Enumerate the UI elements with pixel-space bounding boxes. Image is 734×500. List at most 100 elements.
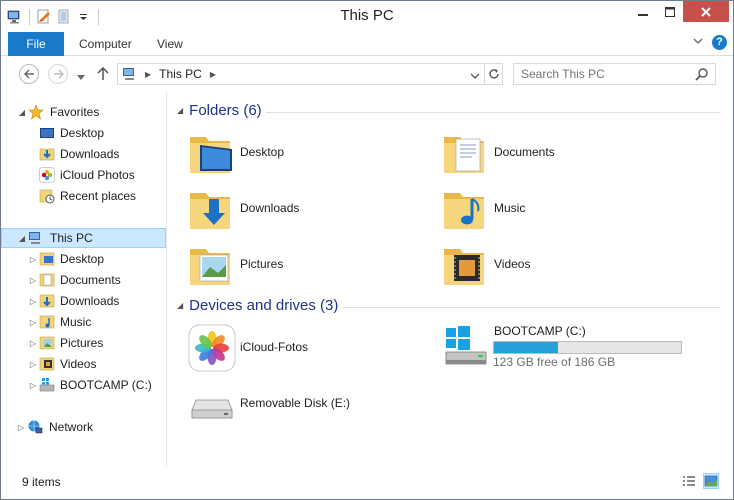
search-icon[interactable] — [695, 67, 709, 81]
collapsed-arrow-icon[interactable]: ▷ — [29, 276, 37, 285]
tab-file[interactable]: File — [8, 32, 64, 56]
pictures-folder-icon — [39, 335, 55, 351]
nav-favorites-recent-places[interactable]: Recent places — [1, 186, 166, 206]
content-pane: ◢ Folders (6) Desktop Documents Download… — [168, 91, 733, 466]
quick-access-toolbar — [7, 7, 101, 27]
collapsed-arrow-icon[interactable]: ▷ — [29, 381, 37, 390]
item-count: 9 items — [22, 475, 61, 489]
videos-folder-icon — [442, 241, 490, 289]
nav-label: BOOTCAMP (C:) — [60, 378, 152, 392]
folders-group-header[interactable]: ◢ Folders (6) — [177, 102, 262, 119]
folder-tile-music[interactable]: Music — [442, 185, 672, 235]
customize-toolbar-icon[interactable] — [76, 9, 92, 25]
folder-tile-desktop[interactable]: Desktop — [188, 129, 418, 179]
collapsed-arrow-icon[interactable]: ▷ — [29, 339, 37, 348]
tab-computer[interactable]: Computer — [65, 32, 146, 56]
tile-label: iCloud-Fotos — [240, 340, 309, 354]
forward-button[interactable] — [48, 64, 68, 84]
new-folder-icon[interactable] — [56, 9, 72, 25]
large-icons-view-button[interactable] — [703, 473, 719, 489]
folders-heading: Folders (6) — [189, 102, 262, 119]
nav-favorites-desktop[interactable]: Desktop — [1, 123, 166, 143]
folder-tile-documents[interactable]: Documents — [442, 129, 672, 179]
drive-tile-icloud-fotos[interactable]: iCloud-Fotos — [188, 324, 418, 374]
up-arrow-icon — [97, 66, 109, 80]
expanded-arrow-icon[interactable]: ◢ — [18, 108, 26, 117]
search-box[interactable] — [513, 63, 716, 85]
computer-icon[interactable] — [7, 9, 23, 25]
maximize-button[interactable] — [656, 1, 683, 22]
toolbar-separator — [29, 9, 30, 25]
expanded-arrow-icon[interactable]: ◢ — [18, 234, 26, 243]
details-view-button[interactable] — [681, 473, 697, 489]
collapsed-arrow-icon[interactable]: ▷ — [29, 318, 37, 327]
nav-label: Videos — [60, 357, 97, 371]
nav-thispc[interactable]: ◢ This PC — [1, 228, 166, 248]
folder-tile-downloads[interactable]: Downloads — [188, 185, 418, 235]
up-button[interactable] — [97, 66, 109, 84]
refresh-button[interactable] — [484, 63, 502, 85]
devices-group-header[interactable]: ◢ Devices and drives (3) — [177, 297, 338, 314]
network-icon — [27, 419, 43, 435]
icloud-photos-icon — [188, 324, 236, 372]
collapsed-arrow-icon[interactable]: ▷ — [29, 360, 37, 369]
collapse-group-icon[interactable]: ◢ — [177, 301, 183, 310]
expand-ribbon-icon[interactable] — [692, 35, 704, 50]
folder-tile-pictures[interactable]: Pictures — [188, 241, 418, 291]
nav-favorites-downloads[interactable]: Downloads — [1, 144, 166, 164]
group-divider — [342, 307, 721, 308]
address-bar[interactable]: ▶ This PC ▶ — [117, 63, 503, 85]
downloads-icon — [39, 146, 55, 162]
collapsed-arrow-icon[interactable]: ▷ — [29, 297, 37, 306]
close-button[interactable] — [683, 1, 729, 22]
details-view-icon — [683, 476, 695, 486]
nav-network[interactable]: ▷ Network — [1, 417, 166, 437]
drive-tile-removable-disk[interactable]: Removable Disk (E:) — [188, 380, 418, 430]
address-dropdown-icon[interactable] — [470, 69, 480, 83]
breadcrumb-chevron-icon[interactable]: ▶ — [210, 70, 216, 79]
explorer-window: This PC File Computer View ? ▶ This PC ▶… — [0, 0, 734, 500]
nav-label: Documents — [60, 273, 121, 287]
nav-label: This PC — [50, 231, 93, 245]
tab-view[interactable]: View — [143, 32, 197, 56]
forward-arrow-icon — [53, 69, 64, 79]
help-button[interactable]: ? — [712, 35, 727, 50]
breadcrumb-chevron-icon[interactable]: ▶ — [145, 70, 151, 79]
drive-usage-fill — [494, 342, 558, 353]
minimize-button[interactable] — [629, 1, 656, 22]
recent-locations-button[interactable] — [77, 70, 85, 84]
nav-favorites-icloud-photos[interactable]: iCloud Photos — [1, 165, 166, 185]
collapsed-arrow-icon[interactable]: ▷ — [17, 423, 25, 432]
tile-label: Removable Disk (E:) — [240, 396, 351, 410]
search-input[interactable] — [514, 64, 694, 84]
downloads-folder-icon — [188, 185, 236, 233]
nav-label: Favorites — [50, 105, 100, 119]
nav-thispc-bootcamp[interactable]: ▷ BOOTCAMP (C:) — [1, 375, 166, 395]
maximize-icon — [664, 6, 675, 17]
back-button[interactable] — [19, 64, 39, 84]
tile-label: Documents — [494, 145, 555, 159]
videos-folder-icon — [39, 356, 55, 372]
close-icon — [701, 6, 711, 17]
nav-thispc-pictures[interactable]: ▷ Pictures — [1, 333, 166, 353]
nav-thispc-downloads[interactable]: ▷ Downloads — [1, 291, 166, 311]
breadcrumb[interactable]: This PC — [159, 67, 202, 81]
nav-thispc-music[interactable]: ▷ Music — [1, 312, 166, 332]
view-switcher — [681, 473, 719, 489]
tile-label: Desktop — [240, 145, 285, 159]
properties-icon[interactable] — [36, 9, 52, 25]
nav-favorites[interactable]: ◢ Favorites — [1, 102, 166, 122]
collapsed-arrow-icon[interactable]: ▷ — [29, 255, 37, 264]
ribbon-tabs: File Computer View ? — [1, 32, 733, 56]
windows-drive-icon — [39, 377, 55, 393]
nav-thispc-documents[interactable]: ▷ Documents — [1, 270, 166, 290]
folder-tile-videos[interactable]: Videos — [442, 241, 672, 291]
nav-label: Desktop — [60, 252, 105, 266]
nav-thispc-videos[interactable]: ▷ Videos — [1, 354, 166, 374]
navigation-pane: ◢ Favorites Desktop Downloads iCloud Pho… — [1, 91, 167, 466]
nav-thispc-desktop[interactable]: ▷ Desktop — [1, 249, 166, 269]
downloads-folder-icon — [39, 293, 55, 309]
ribbon-controls: ? — [692, 35, 727, 50]
collapse-group-icon[interactable]: ◢ — [177, 106, 183, 115]
documents-folder-icon — [442, 129, 490, 177]
